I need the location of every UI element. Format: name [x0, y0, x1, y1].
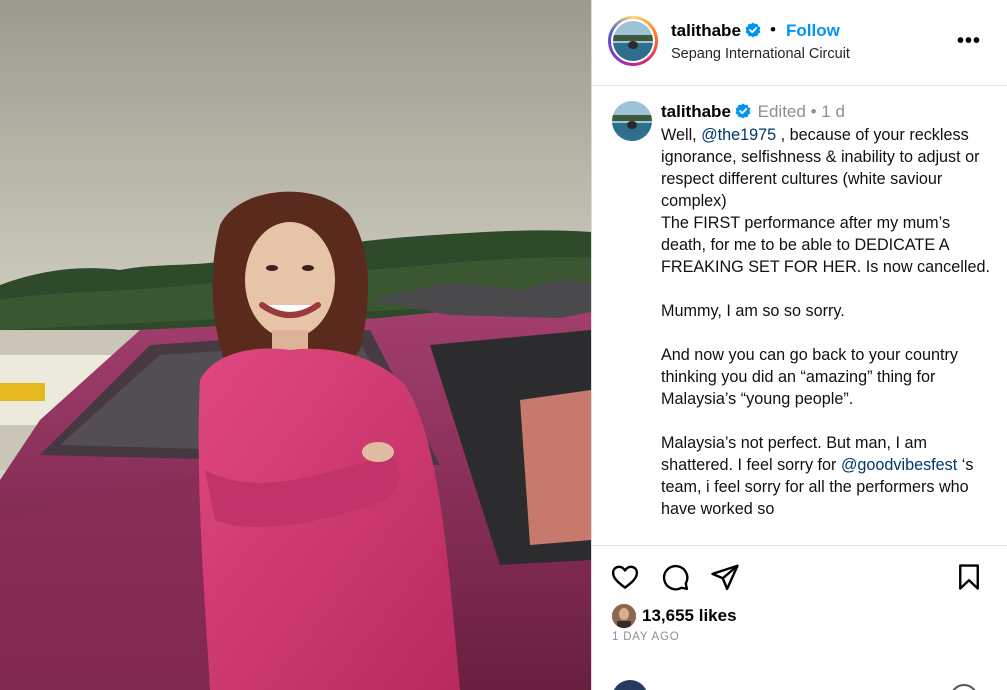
liker-avatar[interactable]: [612, 604, 636, 628]
comment-icon[interactable]: [660, 562, 690, 592]
comment-input-avatar: [612, 680, 648, 690]
avatar-image: [612, 101, 652, 141]
caption-separator: •: [810, 102, 817, 121]
mention-link[interactable]: @the1975: [701, 126, 776, 144]
caption-time[interactable]: 1 d: [821, 102, 845, 121]
caption-scroll-area[interactable]: talithabe Edited • 1 d Well, @the1975 , …: [592, 87, 1007, 545]
post-author-username[interactable]: talithabe: [671, 21, 761, 43]
caption-para2: Mummy, I am so so sorry.: [661, 302, 845, 320]
verified-badge-icon: [745, 22, 761, 43]
likes-count[interactable]: 13,655 likes: [642, 606, 737, 626]
post-timestamp: 1 DAY AGO: [612, 631, 680, 643]
edited-label: Edited: [757, 102, 806, 121]
post-detail-panel: talithabe • Follow Sepang International …: [591, 0, 1007, 690]
post-photo[interactable]: [0, 0, 591, 690]
caption-text: Well, @the1975 , because of your reckles…: [661, 124, 991, 542]
story-avatar[interactable]: [608, 16, 658, 66]
heart-icon[interactable]: [610, 562, 640, 592]
caption-username[interactable]: talithabe: [661, 102, 731, 121]
post-location[interactable]: Sepang International Circuit: [671, 46, 850, 62]
header-separator: •: [770, 20, 776, 39]
caption-line2: The FIRST performance after my mum’s dea…: [661, 214, 990, 276]
caption-avatar[interactable]: [612, 101, 652, 141]
caption-line1-prefix: Well,: [661, 126, 702, 144]
more-options-button[interactable]: •••: [957, 30, 981, 53]
post-header: talithabe • Follow Sepang International …: [592, 0, 1007, 86]
bookmark-icon[interactable]: [954, 562, 984, 592]
photo-image: [0, 0, 591, 690]
emoji-icon[interactable]: [950, 684, 978, 690]
caption-para3: And now you can go back to your country …: [661, 346, 958, 408]
post-actions: 13,655 likes 1 DAY AGO: [592, 545, 1007, 690]
follow-button[interactable]: Follow: [786, 21, 840, 41]
caption-meta: talithabe Edited • 1 d: [661, 102, 845, 124]
share-icon[interactable]: [710, 562, 740, 592]
mention-link[interactable]: @goodvibesfest: [841, 456, 957, 474]
avatar-image: [613, 21, 653, 61]
verified-badge-icon: [735, 103, 751, 124]
